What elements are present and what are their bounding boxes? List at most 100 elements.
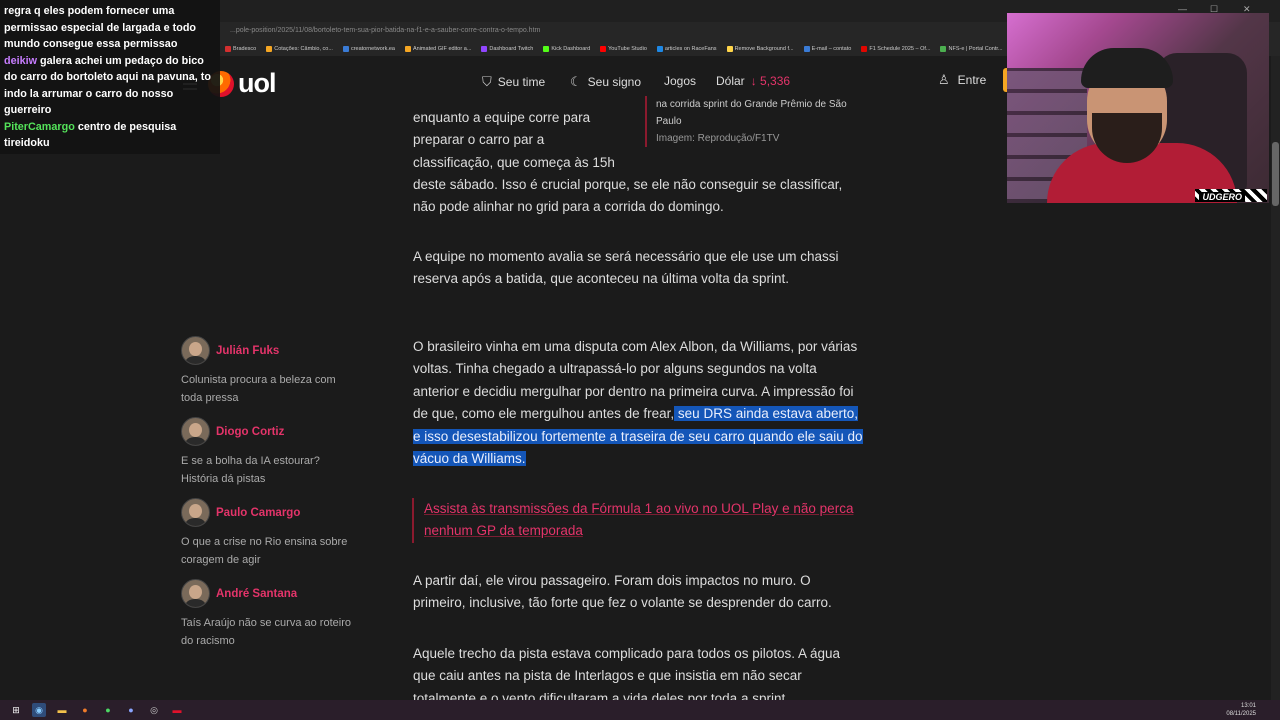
avatar xyxy=(181,417,210,446)
nav-jogos-label: Jogos xyxy=(664,74,697,88)
webcam-tag: UDGERO xyxy=(1199,192,1245,202)
chat-message: regra q eles podem fornecer uma permissa… xyxy=(4,3,216,53)
columnist-name[interactable]: André Santana xyxy=(216,588,297,600)
bookmark-label: creatornetwork.ea xyxy=(350,46,395,52)
paragraph-line: preparar o carro par a xyxy=(413,132,545,148)
columnist-headline[interactable]: Colunista procura a beleza com toda pres… xyxy=(181,371,351,407)
folder-icon[interactable]: ▬ xyxy=(55,703,69,717)
article-paragraph-4: A partir daí, ele virou passageiro. Fora… xyxy=(413,573,832,611)
stream-chat-overlay: regra q eles podem fornecer uma permissa… xyxy=(0,0,220,154)
nav-jogos[interactable]: Jogos xyxy=(664,74,696,88)
promo-link[interactable]: Assista às transmissões da Fórmula 1 ao … xyxy=(424,501,853,538)
bookmark-label: Bradesco xyxy=(233,46,257,52)
login-label: Entre xyxy=(957,73,987,87)
nav-seu-time[interactable]: ⛉ Seu time xyxy=(482,74,545,90)
bookmark-label: NFS-e | Portal Contr... xyxy=(948,46,1003,52)
chat-username[interactable]: deikiw xyxy=(4,55,37,67)
bookmark-item[interactable]: creatornetwork.ea xyxy=(342,46,395,52)
scrollbar-thumb[interactable] xyxy=(1272,142,1279,206)
chat-username[interactable]: PiterCamargo xyxy=(4,121,75,133)
app-icon[interactable]: ● xyxy=(78,703,92,717)
caption-text: na corrida sprint do Grande Prêmio de Sã… xyxy=(656,99,847,127)
bookmark-favicon-icon xyxy=(266,46,273,52)
bookmark-item[interactable]: E-mail – contato xyxy=(803,46,852,52)
bookmark-favicon-icon xyxy=(803,46,810,52)
article-paragraph-3: O brasileiro vinha em uma disputa com Al… xyxy=(413,336,863,470)
columnist-card[interactable]: Julián Fuks Colunista procura a beleza c… xyxy=(181,336,351,407)
bookmark-label: Remove Background f... xyxy=(734,46,794,52)
article-paragraph-2: A equipe no momento avalia se será neces… xyxy=(413,249,839,287)
dolar-label: Dólar xyxy=(716,74,745,88)
bookmark-item[interactable]: Dashboard Twitch xyxy=(481,46,533,52)
shield-icon: ⛉ xyxy=(482,74,492,89)
taskbar: ⊞ ◉ ▬ ● ● ● ◎ ▬ 13:01 08/11/2025 xyxy=(0,700,1280,720)
nav-dolar[interactable]: Dólar ↓ 5,336 xyxy=(716,74,790,88)
bookmark-item[interactable]: Bradesco xyxy=(225,46,256,52)
paragraph-line: enquanto a equipe corre para xyxy=(413,110,591,125)
columnist-headline[interactable]: O que a crise no Rio ensina sobre corage… xyxy=(181,533,351,569)
bookmark-favicon-icon xyxy=(481,46,488,52)
bookmark-favicon-icon xyxy=(600,46,607,52)
nav-seu-signo-label: Seu signo xyxy=(587,75,642,89)
red-app-icon[interactable]: ▬ xyxy=(170,703,184,717)
user-icon: ♙ xyxy=(938,72,950,87)
columnist-card[interactable]: Paulo Camargo O que a crise no Rio ensin… xyxy=(181,498,351,569)
nav-seu-time-label: Seu time xyxy=(497,75,546,89)
webcam-overlay: UDGERO xyxy=(1007,13,1269,203)
columnist-name[interactable]: Diogo Cortiz xyxy=(216,426,284,438)
streamer-cap xyxy=(1081,48,1173,88)
columnist-name[interactable]: Julián Fuks xyxy=(216,345,279,357)
bookmark-favicon-icon xyxy=(404,46,411,52)
windows-start-icon[interactable]: ⊞ xyxy=(9,703,23,717)
avatar xyxy=(181,498,210,527)
bookmark-item[interactable]: articles on RaceFans xyxy=(656,46,717,52)
bookmark-favicon-icon xyxy=(656,46,663,52)
bookmark-favicon-icon xyxy=(861,46,868,52)
bookmark-label: YouTube Studio xyxy=(608,46,647,52)
bookmark-label: Cotações: Câmbio, co... xyxy=(274,46,333,52)
columnist-headline[interactable]: Taís Araújo não se curva ao roteiro do r… xyxy=(181,614,351,650)
bookmark-favicon-icon xyxy=(225,46,231,52)
bookmark-item[interactable]: Cotações: Câmbio, co... xyxy=(266,46,333,52)
columnist-card[interactable]: André Santana Taís Araújo não se curva a… xyxy=(181,579,351,650)
bookmark-item[interactable]: YouTube Studio xyxy=(600,46,647,52)
bookmark-item[interactable]: Kick Dashboard xyxy=(543,46,590,52)
article-paragraph-1-lines: enquanto a equipe corre para preparar o … xyxy=(413,107,633,174)
logo-text: uol xyxy=(238,68,276,98)
columnist-card[interactable]: Diogo Cortiz E se a bolha da IA estourar… xyxy=(181,417,351,488)
promo-callout: Assista às transmissões da Fórmula 1 ao … xyxy=(412,498,879,543)
system-clock[interactable]: 13:01 08/11/2025 xyxy=(1226,702,1256,718)
bookmark-favicon-icon xyxy=(726,46,733,52)
chat-message: PiterCamargo centro de pesquisa tireidok… xyxy=(4,119,216,152)
bookmark-label: Dashboard Twitch xyxy=(489,46,534,52)
avatar xyxy=(181,336,210,365)
bookmark-item[interactable]: F1 Schedule 2025 – Of... xyxy=(861,46,930,52)
bookmark-label: Kick Dashboard xyxy=(551,46,591,52)
bookmark-favicon-icon xyxy=(940,46,947,52)
image-caption: na corrida sprint do Grande Prêmio de Sã… xyxy=(645,96,856,147)
bookmark-item[interactable]: Remove Background f... xyxy=(726,46,794,52)
avatar xyxy=(181,579,210,608)
whatsapp-icon[interactable]: ● xyxy=(101,703,115,717)
chat-message: deikiw galera achei um pedaço do bico do… xyxy=(4,53,216,119)
bookmark-label: E-mail – contato xyxy=(811,46,852,52)
columnist-headline[interactable]: E se a bolha da IA estourar? História dá… xyxy=(181,452,351,488)
dolar-value: ↓ 5,336 xyxy=(750,74,791,88)
bookmark-label: Animated GIF editor a... xyxy=(412,46,472,52)
bookmark-label: F1 Schedule 2025 – Of... xyxy=(869,46,931,52)
browser-app-icon[interactable]: ◉ xyxy=(32,703,46,717)
paragraph-line: classificação, que começa às 15h xyxy=(413,154,615,170)
article-paragraph-1: deste sábado. Isso é crucial porque, se … xyxy=(413,177,843,215)
url-text: ...pole-position/2025/11/08/bortoleto-te… xyxy=(230,27,541,34)
nav-seu-signo[interactable]: ☾ Seu signo xyxy=(570,74,641,90)
page-scrollbar[interactable] xyxy=(1271,56,1280,700)
moon-icon: ☾ xyxy=(570,74,582,89)
columnist-name[interactable]: Paulo Camargo xyxy=(216,507,300,519)
discord-icon[interactable]: ● xyxy=(124,703,138,717)
bookmark-item[interactable]: NFS-e | Portal Contr... xyxy=(940,46,1003,52)
bookmark-label: articles on RaceFans xyxy=(664,46,717,52)
caption-credit: Imagem: Reprodução/F1TV xyxy=(656,133,780,144)
login-button[interactable]: ♙ Entre xyxy=(938,72,986,88)
bookmark-item[interactable]: Animated GIF editor a... xyxy=(404,46,472,52)
obs-icon[interactable]: ◎ xyxy=(147,703,161,717)
